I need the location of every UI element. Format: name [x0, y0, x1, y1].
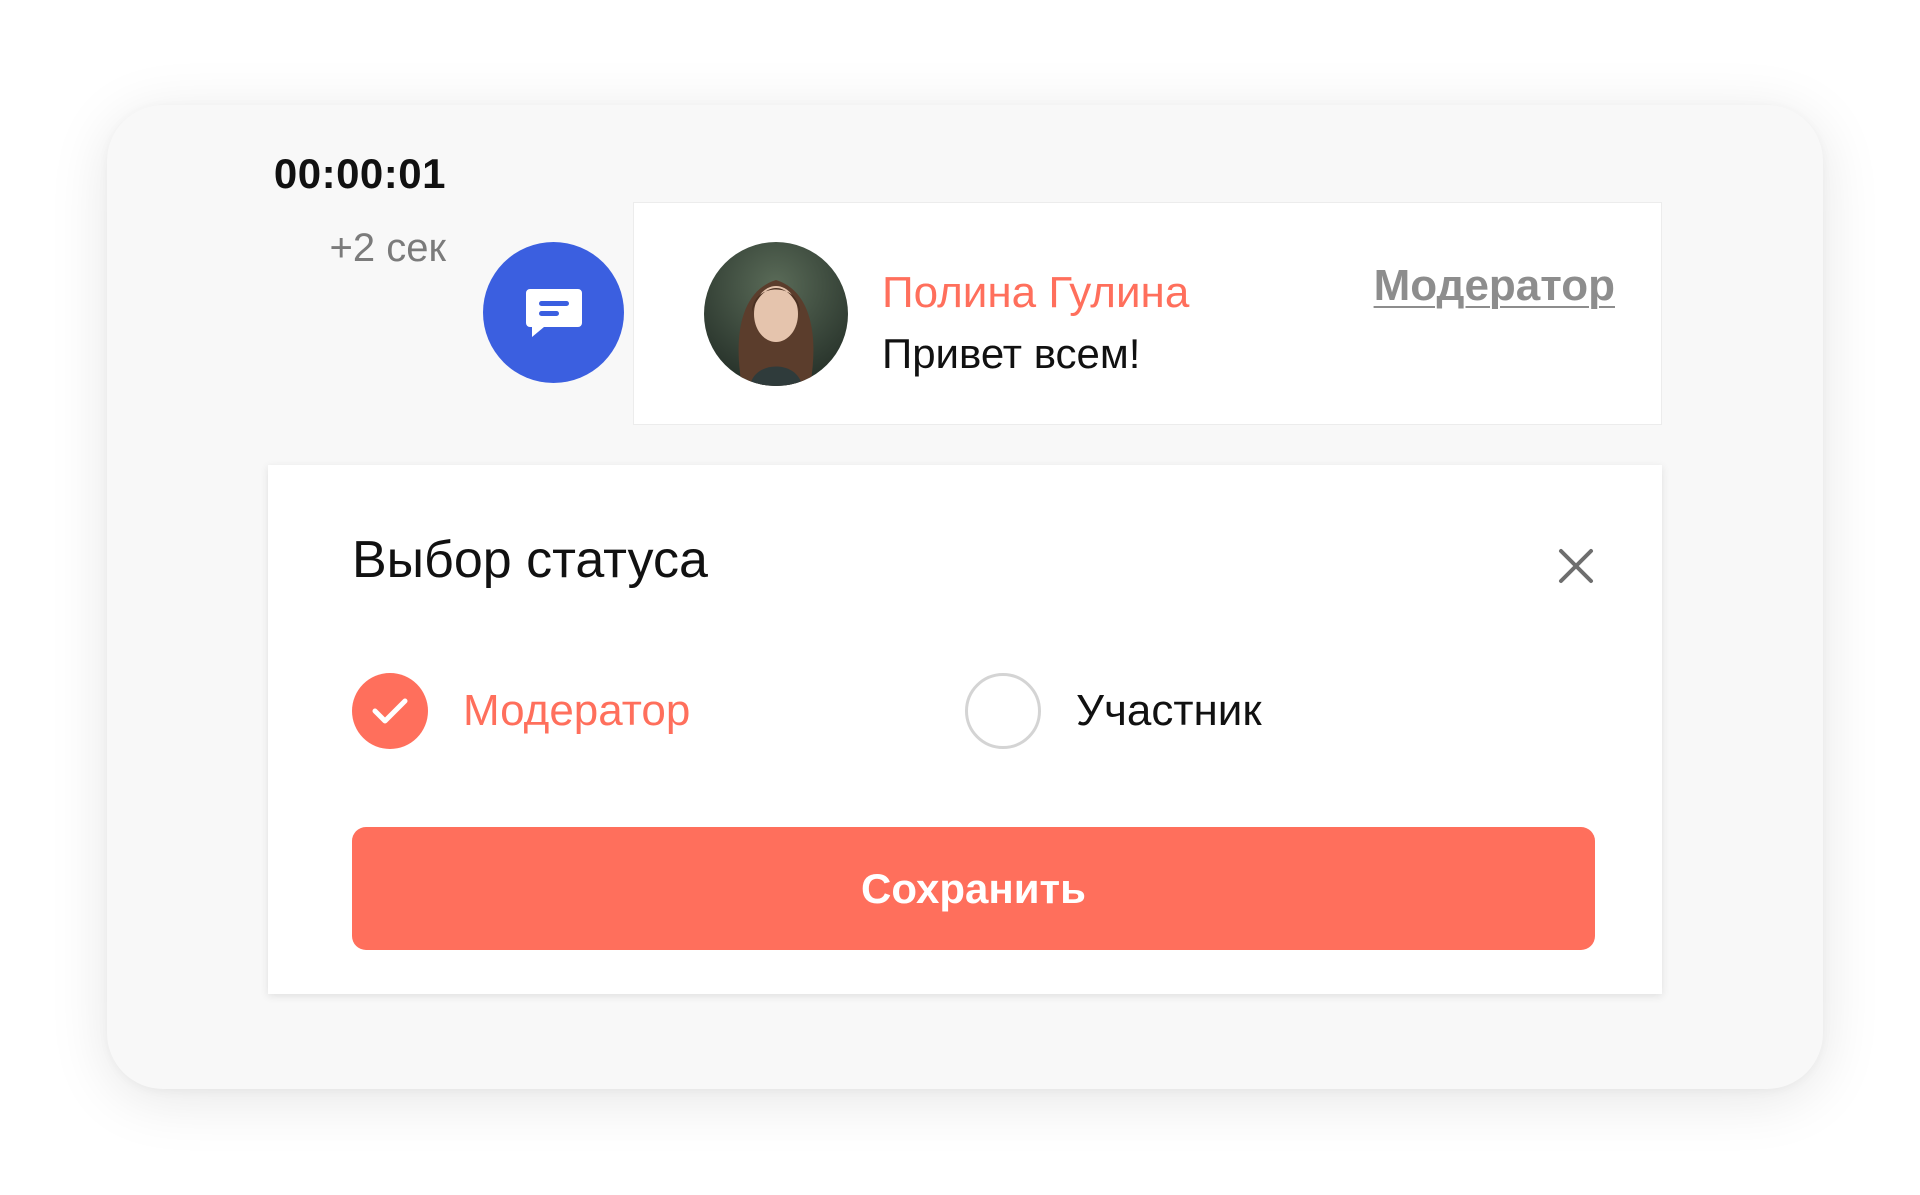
- status-option-label: Участник: [1076, 686, 1262, 735]
- time-delta: +2 сек: [329, 226, 446, 270]
- close-icon: [1559, 549, 1593, 583]
- check-icon: [372, 698, 408, 724]
- role-link[interactable]: Модератор: [1374, 261, 1615, 311]
- status-option-participant[interactable]: Участник: [965, 673, 1262, 749]
- elapsed-time: 00:00:01: [273, 150, 446, 197]
- status-option-moderator[interactable]: Модератор: [352, 673, 690, 749]
- chat-message-icon: [483, 242, 624, 383]
- save-button[interactable]: Сохранить: [352, 827, 1595, 950]
- radio-checked[interactable]: [352, 673, 428, 749]
- author-name: Полина Гулина: [882, 268, 1190, 317]
- status-option-label: Модератор: [463, 686, 691, 735]
- radio-unchecked[interactable]: [965, 673, 1041, 749]
- chat-message-card: Полина Гулина Привет всем! Модератор: [633, 202, 1662, 425]
- close-button[interactable]: [1548, 538, 1604, 594]
- message-text: Привет всем!: [882, 330, 1141, 377]
- modal-title: Выбор статуса: [352, 531, 708, 589]
- message-timestamp: 00:00:01 +2 сек: [200, 150, 446, 271]
- status-modal: Выбор статуса Модератор Участник Сохрани…: [268, 465, 1662, 994]
- avatar: [704, 242, 848, 386]
- app-stage: 00:00:01 +2 сек Полина Гулина Привет все…: [0, 0, 1920, 1195]
